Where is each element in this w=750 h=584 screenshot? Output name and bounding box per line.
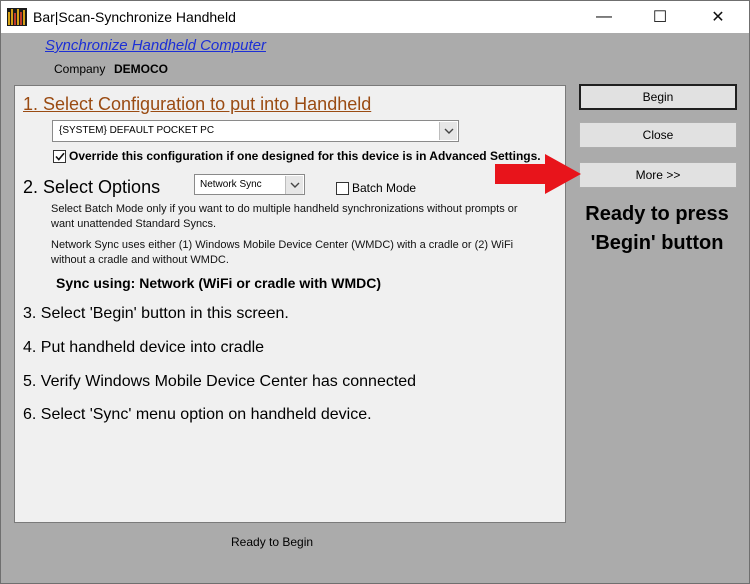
step4-text: 4. Put handheld device into cradle bbox=[23, 339, 265, 356]
red-arrow-icon bbox=[495, 154, 581, 194]
sync-options-select[interactable]: Network Sync bbox=[194, 174, 305, 195]
more-button[interactable]: More >> bbox=[579, 162, 737, 188]
close-icon: ✕ bbox=[711, 9, 725, 26]
step1-title: 1. Select Configuration to put into Hand… bbox=[23, 94, 372, 114]
step2-title: 2. Select Options bbox=[23, 177, 161, 197]
begin-button[interactable]: Begin bbox=[579, 84, 737, 110]
chevron-down-icon[interactable] bbox=[439, 122, 457, 140]
step5-text: 5. Verify Windows Mobile Device Center h… bbox=[23, 373, 417, 390]
batch-mode-help: Select Batch Mode only if you want to do… bbox=[51, 203, 518, 230]
instructions-panel: 1. Select Configuration to put into Hand… bbox=[14, 85, 566, 523]
maximize-icon: ☐ bbox=[652, 9, 668, 26]
ready-annotation: Ready to press 'Begin' button bbox=[585, 203, 729, 254]
minimize-icon: — bbox=[596, 8, 612, 25]
minimize-button[interactable]: — bbox=[581, 1, 627, 33]
status-text: Ready to Begin bbox=[231, 535, 314, 549]
configuration-select-value: {SYSTEM} DEFAULT POCKET PC bbox=[59, 125, 215, 136]
title-bar[interactable]: Bar|Scan-Synchronize Handheld — ☐ ✕ bbox=[1, 1, 749, 33]
configuration-select[interactable]: {SYSTEM} DEFAULT POCKET PC bbox=[52, 120, 459, 142]
override-label[interactable]: Override this configuration if one desig… bbox=[69, 149, 541, 163]
window-close-button[interactable]: ✕ bbox=[695, 1, 741, 33]
network-sync-help: Network Sync uses either (1) Windows Mob… bbox=[51, 239, 514, 266]
batch-mode-checkbox[interactable] bbox=[336, 182, 349, 195]
sync-options-select-value: Network Sync bbox=[200, 179, 262, 190]
synchronize-handheld-link[interactable]: Synchronize Handheld Computer bbox=[45, 37, 266, 54]
app-icon bbox=[7, 8, 27, 26]
step3-text: 3. Select 'Begin' button in this screen. bbox=[23, 305, 289, 322]
sync-window: Bar|Scan-Synchronize Handheld — ☐ ✕ Sync… bbox=[0, 0, 750, 584]
close-button[interactable]: Close bbox=[579, 122, 737, 148]
maximize-button[interactable]: ☐ bbox=[637, 1, 683, 33]
chevron-down-icon[interactable] bbox=[285, 176, 303, 194]
sync-using-text: Sync using: Network (WiFi or cradle with… bbox=[56, 275, 382, 291]
company-label: Company bbox=[54, 62, 106, 76]
override-checkbox[interactable] bbox=[53, 150, 66, 163]
company-value: DEMOCO bbox=[114, 62, 168, 76]
window-title: Bar|Scan-Synchronize Handheld bbox=[33, 9, 236, 25]
checkmark-icon bbox=[54, 152, 65, 161]
batch-mode-label[interactable]: Batch Mode bbox=[352, 181, 416, 195]
step6-text: 6. Select 'Sync' menu option on handheld… bbox=[23, 406, 372, 423]
